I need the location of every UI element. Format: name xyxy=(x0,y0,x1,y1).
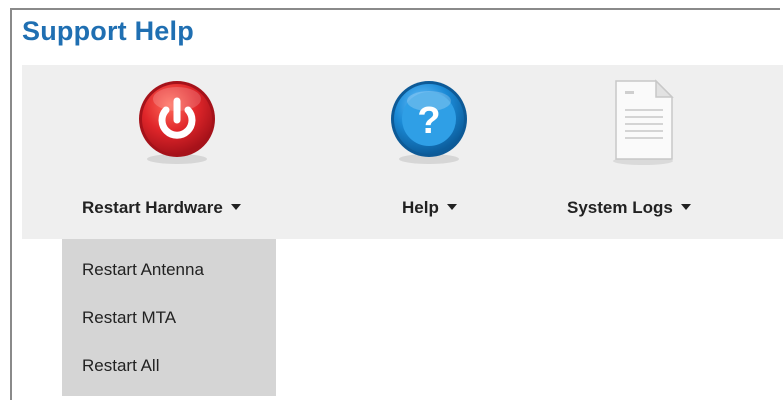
caret-down-icon xyxy=(230,204,241,210)
help-text: Help xyxy=(402,198,439,217)
page-title: Support Help xyxy=(22,16,194,46)
restart-hardware-text: Restart Hardware xyxy=(82,198,223,217)
restart-hardware-dropdown: Restart Antenna Restart MTA Restart All xyxy=(62,239,276,396)
system-logs-label: System Logs xyxy=(567,198,691,218)
menu-item-restart-all[interactable]: Restart All xyxy=(62,349,276,397)
menu-item-restart-mta[interactable]: Restart MTA xyxy=(62,301,276,349)
help-icon: ? xyxy=(384,77,474,167)
svg-text:?: ? xyxy=(417,100,440,142)
menu-item-restart-antenna[interactable]: Restart Antenna xyxy=(62,253,276,301)
power-icon xyxy=(132,77,222,167)
help-menu-button[interactable]: ? Help xyxy=(382,65,502,239)
help-label: Help xyxy=(402,198,457,218)
caret-down-icon xyxy=(446,204,457,210)
restart-hardware-label: Restart Hardware xyxy=(82,198,241,218)
support-toolbar: Restart Hardware ? Help System Logs xyxy=(22,65,783,239)
caret-down-icon xyxy=(680,204,691,210)
system-logs-text: System Logs xyxy=(567,198,673,217)
restart-hardware-menu-button[interactable]: Restart Hardware xyxy=(78,65,308,239)
document-icon xyxy=(598,77,688,167)
system-logs-menu-button[interactable]: System Logs xyxy=(560,65,750,239)
